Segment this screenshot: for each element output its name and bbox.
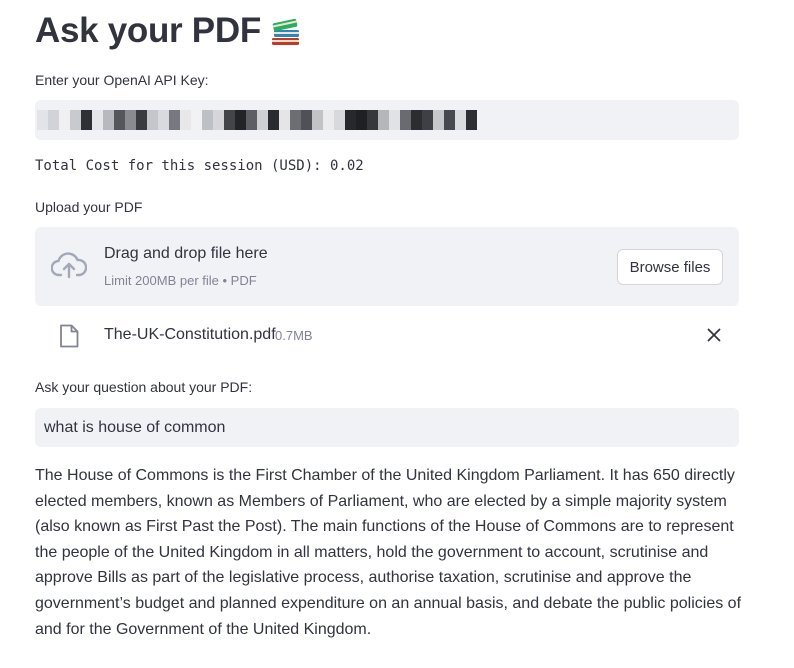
file-dropzone[interactable]: Drag and drop file here Limit 200MB per … xyxy=(35,227,739,306)
question-label: Ask your question about your PDF: xyxy=(35,379,253,395)
dropzone-instructions: Drag and drop file here xyxy=(104,245,268,262)
books-emoji-icon xyxy=(269,14,303,48)
page-header: Ask your PDF xyxy=(35,8,303,54)
upload-label: Upload your PDF xyxy=(35,199,143,215)
api-key-input[interactable] xyxy=(35,100,739,140)
page-title: Ask your PDF xyxy=(35,11,261,50)
cloud-upload-icon xyxy=(50,251,88,281)
browse-files-button[interactable]: Browse files xyxy=(617,249,723,285)
dropzone-limit-text: Limit 200MB per file • PDF xyxy=(104,273,257,288)
api-key-obscured-value xyxy=(37,110,477,130)
uploaded-file-item: The-UK-Constitution.pdf 0.7MB xyxy=(35,318,739,354)
uploaded-file-name: The-UK-Constitution.pdf xyxy=(104,326,276,343)
remove-file-button[interactable] xyxy=(703,324,725,346)
close-icon xyxy=(703,328,725,349)
question-input[interactable] xyxy=(35,408,739,447)
uploaded-file-size: 0.7MB xyxy=(275,328,313,343)
api-key-label: Enter your OpenAI API Key: xyxy=(35,72,209,88)
file-icon xyxy=(59,324,79,348)
session-cost-text: Total Cost for this session (USD): 0.02 xyxy=(35,158,364,174)
answer-text: The House of Commons is the First Chambe… xyxy=(35,467,742,638)
